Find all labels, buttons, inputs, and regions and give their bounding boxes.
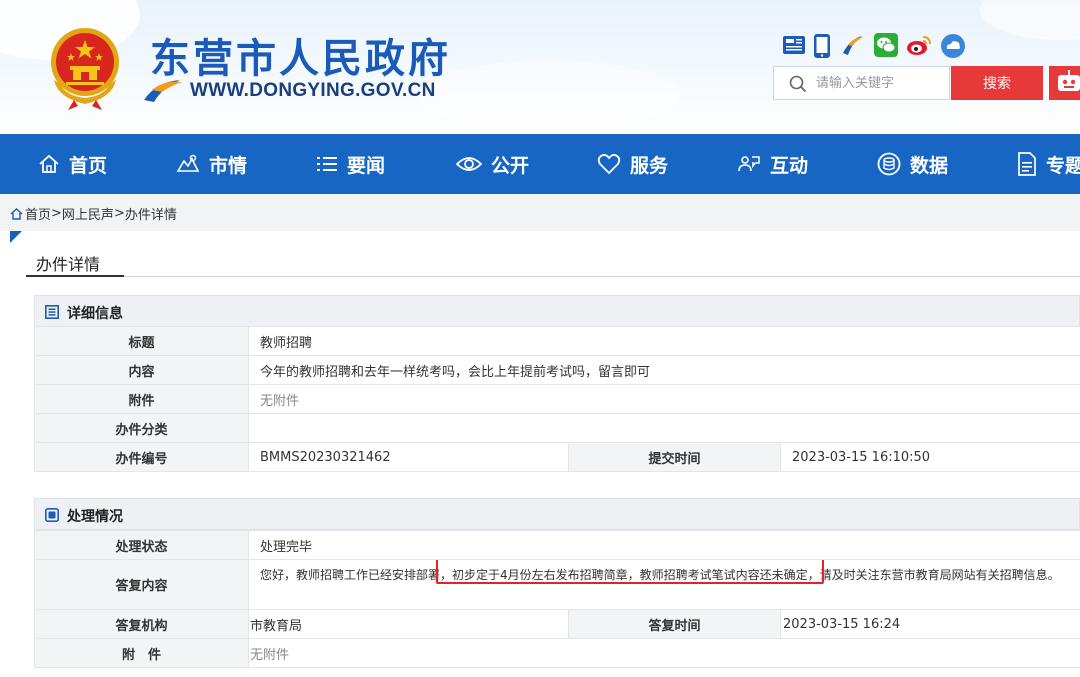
reply-attachment-label: 附 件 (34, 638, 249, 668)
reply-time-value: 2023-03-15 16:24 (779, 609, 1080, 639)
home-icon (10, 207, 23, 220)
table-row: 内容 今年的教师招聘和去年一样统考吗，会比上年提前考试吗，留言即可 (34, 355, 1080, 385)
content-label: 内容 (34, 355, 249, 385)
nav-item-news[interactable]: 要闻 (316, 134, 385, 194)
page-title: 办件详情 (36, 255, 101, 274)
highlight-annotation-box (436, 560, 824, 584)
nav-label: 互动 (770, 154, 809, 177)
nav-item-interact[interactable]: 互动 (737, 134, 808, 194)
processing-table: 处理状态 处理完毕 答复内容 您好，教师招聘工作已经安排部署，初步定于4月份左右… (34, 530, 1080, 668)
nav-label: 数据 (910, 154, 949, 177)
submit-time-value: 2023-03-15 16:10:50 (779, 442, 1080, 472)
nav-label: 公开 (491, 154, 530, 177)
attachment-label: 附件 (34, 384, 249, 414)
processing-icon (45, 508, 59, 522)
detail-section-header: 详细信息 (34, 295, 1080, 327)
submit-time-label: 提交时间 (568, 442, 781, 472)
breadcrumb-separator: > (51, 206, 62, 221)
cloud-app-icon[interactable] (940, 33, 966, 63)
org-value: 市教育局 (248, 609, 569, 639)
newspaper-icon[interactable] (782, 33, 806, 61)
heart-icon (597, 153, 621, 175)
search-box (773, 66, 950, 100)
nav-item-data[interactable]: 数据 (877, 134, 948, 194)
nav-item-home[interactable]: 首页 (38, 134, 107, 194)
content-panel: 办件详情 详细信息 标题 教师招聘 内容 今年的教师招聘和去年一样统考吗，会比上… (10, 231, 1080, 677)
title-value: 教师招聘 (247, 326, 1080, 356)
detail-section-title: 详细信息 (67, 306, 123, 322)
table-row: 标题 教师招聘 (34, 326, 1080, 356)
interact-icon (738, 156, 760, 172)
heading-underline (26, 275, 124, 277)
search-input[interactable] (816, 71, 944, 95)
robot-icon (1058, 70, 1080, 91)
site-url: WWW.DONGYING.GOV.CN (190, 80, 436, 101)
heading-divider (26, 276, 1080, 277)
weibo-icon[interactable] (906, 33, 932, 61)
table-row: 附件 无附件 (34, 384, 1080, 414)
nav-label: 要闻 (347, 154, 386, 177)
robot-assistant-button[interactable] (1049, 66, 1080, 100)
table-row: 办件编号 BMMS20230321462 提交时间 2023-03-15 16:… (34, 442, 1080, 472)
eye-icon (456, 157, 482, 171)
category-label: 办件分类 (34, 413, 249, 443)
mobile-icon[interactable] (812, 33, 832, 63)
breadcrumb: 首页 > 网上民声 > 办件详情 (10, 204, 177, 223)
corner-marker (10, 231, 22, 243)
number-label: 办件编号 (34, 442, 249, 472)
reply-time-label: 答复时间 (568, 609, 781, 639)
number-value: BMMS20230321462 (248, 442, 569, 472)
breadcrumb-level1[interactable]: 网上民声 (62, 204, 114, 223)
data-icon (877, 152, 901, 176)
dongying-swoosh-logo-icon (144, 80, 182, 102)
reply-cell: 您好，教师招聘工作已经安排部署，初步定于4月份左右发布招聘简章，教师招聘考试笔试… (247, 559, 1080, 610)
title-label: 标题 (34, 326, 249, 356)
breadcrumb-bar: 首页 > 网上民声 > 办件详情 (0, 194, 1080, 231)
table-row: 附 件 无附件 (34, 638, 1080, 668)
org-label: 答复机构 (34, 609, 249, 639)
reply-label: 答复内容 (34, 559, 249, 610)
detail-table: 标题 教师招聘 内容 今年的教师招聘和去年一样统考吗，会比上年提前考试吗，留言即… (34, 326, 1080, 472)
table-row: 答复内容 您好，教师招聘工作已经安排部署，初步定于4月份左右发布招聘简章，教师招… (34, 559, 1080, 610)
nav-item-city[interactable]: 市情 (176, 134, 247, 194)
status-label: 处理状态 (34, 530, 249, 560)
nav-item-service[interactable]: 服务 (597, 134, 668, 194)
processing-section-header: 处理情况 (34, 498, 1080, 530)
table-row: 答复机构 市教育局 答复时间 2023-03-15 16:24 (34, 609, 1080, 639)
status-value: 处理完毕 (247, 530, 1080, 560)
list-icon (317, 157, 337, 171)
info-list-icon (45, 305, 59, 319)
national-emblem-icon (51, 28, 119, 110)
home-icon (39, 154, 59, 173)
breadcrumb-current: 办件详情 (124, 208, 177, 223)
city-icon (176, 154, 200, 172)
breadcrumb-home[interactable]: 首页 (25, 204, 51, 223)
nav-item-open[interactable]: 公开 (456, 134, 529, 194)
attachment-value: 无附件 (247, 384, 1080, 414)
flame-logo-icon[interactable] (840, 33, 864, 61)
content-value: 今年的教师招聘和去年一样统考吗，会比上年提前考试吗，留言即可 (247, 355, 1080, 385)
nav-item-topic[interactable]: 专题 (1017, 134, 1080, 194)
table-row: 办件分类 (34, 413, 1080, 443)
breadcrumb-separator: > (113, 206, 125, 221)
site-title: 东营市人民政府 (150, 35, 451, 82)
wechat-icon[interactable] (874, 33, 898, 61)
search-icon (789, 75, 807, 93)
nav-label: 首页 (69, 154, 108, 177)
nav-label: 服务 (630, 154, 669, 177)
nav-label: 市情 (209, 154, 248, 177)
processing-section-title: 处理情况 (67, 509, 123, 525)
site-header: 东营市人民政府 WWW.DONGYING.GOV.CN 搜索 (0, 0, 1080, 134)
reply-attachment-value: 无附件 (247, 638, 1080, 668)
document-icon (1018, 152, 1036, 176)
main-nav: 首页 市情 要闻 公开 服务 互动 数据 专题 (0, 134, 1080, 194)
nav-label: 专题 (1046, 154, 1080, 177)
category-value (247, 413, 1080, 443)
search-button[interactable]: 搜索 (951, 66, 1043, 100)
table-row: 处理状态 处理完毕 (34, 530, 1080, 560)
